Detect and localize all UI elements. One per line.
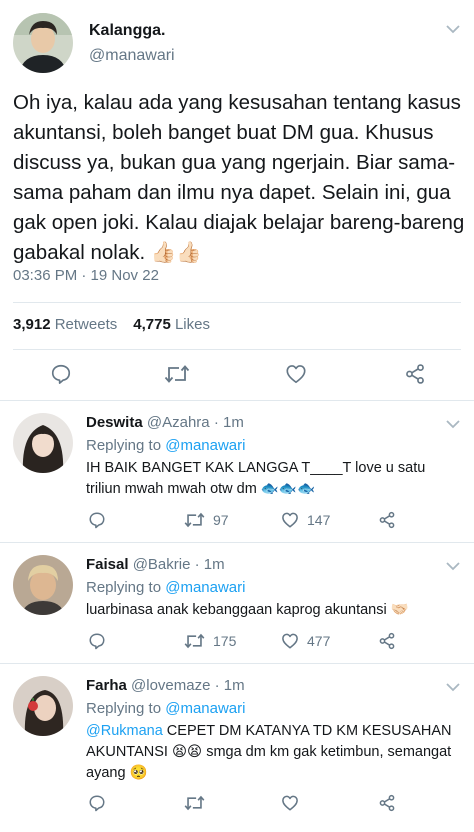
- like-button[interactable]: [281, 794, 299, 812]
- heart-icon: [282, 633, 298, 649]
- replying-to-label: Replying to: [86, 437, 162, 454]
- chevron-down-icon[interactable]: [446, 682, 460, 692]
- share-button[interactable]: [378, 511, 396, 529]
- share-icon: [379, 632, 395, 650]
- like-count: 477: [307, 633, 331, 649]
- reply-icon: [89, 512, 105, 529]
- tweet-text: Oh iya, kalau ada yang kesusahan tentang…: [13, 91, 471, 264]
- chevron-down-icon[interactable]: [446, 419, 460, 429]
- like-button[interactable]: 477: [281, 632, 330, 650]
- reply-header: Deswita @Azahra · 1m: [86, 414, 244, 431]
- reply-author-handle[interactable]: @Bakrie: [133, 556, 191, 573]
- reply-button[interactable]: [50, 363, 72, 385]
- replying-to-handle[interactable]: @manawari: [165, 700, 245, 717]
- heart-icon: [286, 365, 306, 384]
- reply-mention[interactable]: @Rukmana: [86, 723, 163, 739]
- reply-text: IH BAIK BANGET KAK LANGGA T____T love u …: [86, 458, 458, 500]
- author-handle[interactable]: @manawari: [89, 47, 175, 65]
- retweet-icon: [184, 795, 205, 811]
- retweet-button[interactable]: 97: [184, 511, 229, 529]
- reply-author-handle[interactable]: @lovemaze: [131, 677, 210, 694]
- retweets-label[interactable]: Retweets: [55, 316, 118, 333]
- replying-to: Replying to @manawari: [86, 437, 245, 454]
- share-icon: [379, 794, 395, 812]
- retweet-count: 175: [213, 633, 237, 649]
- reply-icon: [89, 795, 105, 812]
- retweets-count[interactable]: 3,912: [13, 316, 51, 333]
- reply-age: · 1m: [214, 677, 245, 694]
- replying-to-handle[interactable]: @manawari: [165, 579, 245, 596]
- reply-tweet[interactable]: Deswita @Azahra · 1m Replying to @manawa…: [0, 401, 474, 541]
- reply-author-name[interactable]: Deswita: [86, 414, 143, 431]
- like-count: 147: [307, 512, 331, 528]
- chevron-down-icon[interactable]: [446, 561, 460, 571]
- reply-body: IH BAIK BANGET KAK LANGGA T____T love u …: [86, 460, 426, 497]
- reply-avatar[interactable]: [13, 413, 73, 473]
- share-button[interactable]: [404, 363, 426, 385]
- tweet-stats: 3,912 Retweets 4,775 Likes: [13, 316, 210, 333]
- reply-icon: [51, 364, 71, 384]
- divider: [13, 302, 461, 303]
- reply-icon: [89, 633, 105, 650]
- retweet-button[interactable]: 175: [184, 632, 236, 650]
- replying-to-label: Replying to: [86, 700, 162, 717]
- reply-button[interactable]: [88, 511, 106, 529]
- like-button[interactable]: [285, 363, 307, 385]
- main-tweet: Kalangga. @manawari Oh iya, kalau ada ya…: [0, 0, 474, 400]
- replying-to: Replying to @manawari: [86, 579, 245, 596]
- replying-to: Replying to @manawari: [86, 700, 245, 717]
- reply-body: luarbinasa anak kebanggaan kaprog akunta…: [86, 602, 409, 618]
- likes-count[interactable]: 4,775: [133, 316, 171, 333]
- retweet-icon: [184, 633, 205, 649]
- retweet-icon: [164, 365, 190, 383]
- reply-author-handle[interactable]: @Azahra: [147, 414, 210, 431]
- reply-text: luarbinasa anak kebanggaan kaprog akunta…: [86, 600, 458, 621]
- reply-avatar[interactable]: [13, 676, 73, 736]
- reply-age: · 1m: [194, 556, 225, 573]
- reply-button[interactable]: [88, 632, 106, 650]
- heart-icon: [282, 795, 298, 811]
- replying-to-handle[interactable]: @manawari: [165, 437, 245, 454]
- chevron-down-icon[interactable]: [446, 24, 460, 34]
- likes-label[interactable]: Likes: [175, 316, 210, 333]
- reply-header: Farha @lovemaze · 1m: [86, 677, 245, 694]
- author-display-name[interactable]: Kalangga.: [89, 22, 165, 40]
- reply-header: Faisal @Bakrie · 1m: [86, 556, 225, 573]
- share-icon: [406, 364, 424, 384]
- tweet-timestamp[interactable]: 03:36 PM · 19 Nov 22: [13, 267, 159, 284]
- share-button[interactable]: [378, 794, 396, 812]
- retweet-count: 97: [213, 512, 229, 528]
- reply-avatar[interactable]: [13, 555, 73, 615]
- heart-icon: [282, 512, 298, 528]
- reply-tweet[interactable]: Faisal @Bakrie · 1m Replying to @manawar…: [0, 543, 474, 663]
- retweet-button[interactable]: [184, 794, 205, 812]
- retweet-icon: [184, 512, 205, 528]
- reply-author-name[interactable]: Faisal: [86, 556, 129, 573]
- retweet-button[interactable]: [164, 363, 190, 385]
- author-avatar[interactable]: [13, 13, 73, 73]
- reply-author-name[interactable]: Farha: [86, 677, 127, 694]
- reply-tweet[interactable]: Farha @lovemaze · 1m Replying to @manawa…: [0, 664, 474, 832]
- reply-age: · 1m: [213, 414, 244, 431]
- divider: [13, 349, 461, 350]
- share-button[interactable]: [378, 632, 396, 650]
- reply-text: @Rukmana CEPET DM KATANYA TD KM KESUSAHA…: [86, 721, 458, 784]
- share-icon: [379, 511, 395, 529]
- replying-to-label: Replying to: [86, 579, 162, 596]
- like-button[interactable]: 147: [281, 511, 330, 529]
- reply-button[interactable]: [88, 794, 106, 812]
